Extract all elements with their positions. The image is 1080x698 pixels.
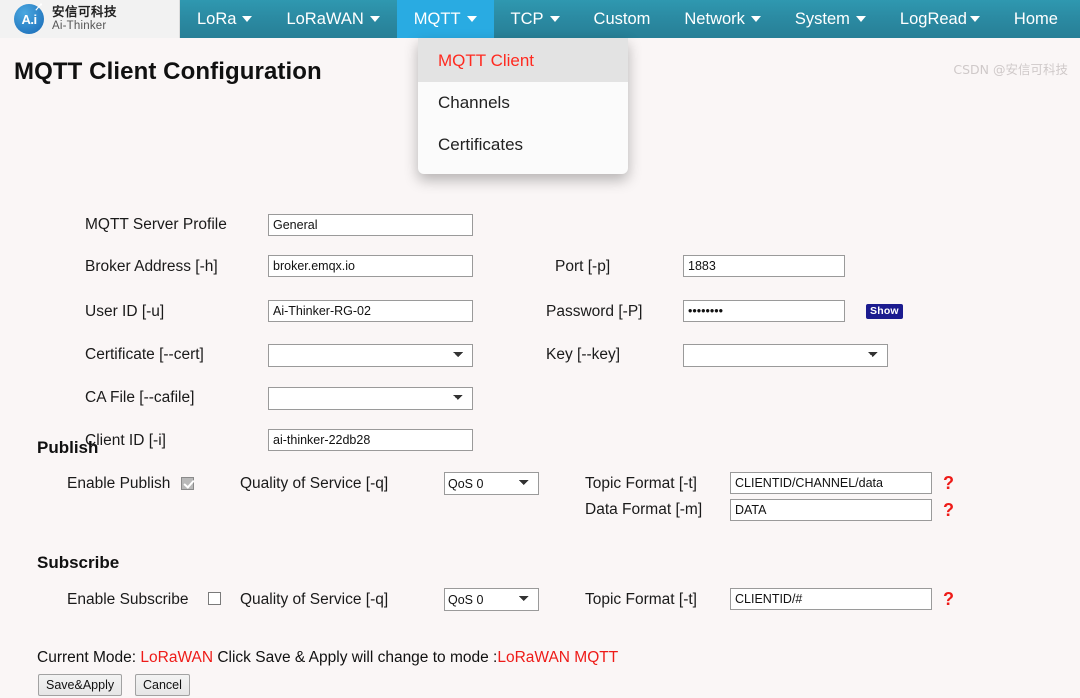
label-key: Key [--key] [546, 346, 621, 363]
chevron-down-icon [750, 16, 761, 22]
csdn-watermark: CSDN @安信可科技 [953, 62, 1068, 77]
label-publish-qos: Quality of Service [-q] [240, 475, 389, 492]
publish-topic-format-input[interactable] [730, 472, 932, 494]
chevron-down-icon [466, 16, 477, 22]
chevron-down-icon [549, 16, 560, 22]
mqtt-dropdown-menu: MQTT Client Channels Certificates [418, 38, 628, 174]
nav-item-label: TCP [510, 9, 544, 28]
nav-item-home[interactable]: Home [997, 0, 1075, 38]
nav-item-system[interactable]: System [778, 0, 883, 38]
subscribe-topic-help-icon[interactable]: ? [943, 589, 954, 610]
dropdown-item-label: Certificates [438, 135, 524, 154]
nav-item-label: Home [1013, 9, 1058, 28]
current-mode-line: Current Mode: LoRaWAN Click Save & Apply… [37, 649, 618, 667]
mode-middle-text: Click Save & Apply will change to mode : [213, 649, 498, 666]
nav-item-label: LoRa [197, 9, 237, 28]
brand-text: 安信可科技 Ai-Thinker [52, 5, 117, 32]
enable-publish-checkbox[interactable] [181, 477, 194, 490]
label-cafile: CA File [--cafile] [85, 389, 195, 406]
nav-item-lorawan[interactable]: LoRaWAN [269, 0, 396, 38]
dropdown-item-label: Channels [438, 93, 510, 112]
nav-item-tcp[interactable]: TCP [494, 0, 577, 38]
brand-name-en: Ai-Thinker [52, 20, 107, 33]
nav-item-label: MQTT [413, 9, 461, 28]
publish-data-format-input[interactable] [730, 499, 932, 521]
certificate-select[interactable] [268, 344, 473, 367]
antenna-icon [35, 3, 43, 11]
logo-text: A.i [21, 11, 37, 27]
enable-subscribe-checkbox[interactable] [208, 592, 221, 605]
server-profile-input[interactable] [268, 214, 473, 236]
publish-data-help-icon[interactable]: ? [943, 500, 954, 521]
ai-thinker-logo-icon: A.i [14, 3, 44, 34]
dropdown-item-mqtt-client[interactable]: MQTT Client [418, 38, 628, 82]
label-enable-subscribe: Enable Subscribe [67, 591, 189, 608]
label-subscribe-qos: Quality of Service [-q] [240, 591, 389, 608]
dropdown-item-channels[interactable]: Channels [418, 82, 628, 124]
label-enable-publish: Enable Publish [67, 475, 171, 492]
label-port: Port [-p] [555, 258, 611, 275]
chevron-down-icon [855, 16, 866, 22]
publish-topic-help-icon[interactable]: ? [943, 473, 954, 494]
subscribe-qos-select[interactable]: QoS 0 [444, 588, 539, 611]
nav-item-label: LogRead [899, 9, 967, 28]
label-broker-address: Broker Address [-h] [85, 258, 218, 275]
nav-item-list: LoRa LoRaWAN MQTT TCP Custom Network Sys… [180, 0, 1080, 38]
publish-section-title: Publish [37, 438, 99, 457]
client-id-input[interactable] [268, 429, 473, 451]
chevron-down-icon [969, 16, 980, 22]
top-navigation-bar: A.i 安信可科技 Ai-Thinker LoRa LoRaWAN MQTT T… [0, 0, 1080, 174]
label-publish-topic-format: Topic Format [-t] [585, 475, 697, 492]
nav-item-lora[interactable]: LoRa [180, 0, 269, 38]
brand-name-cn: 安信可科技 [52, 4, 118, 20]
target-mode-value: LoRaWAN MQTT [497, 649, 619, 666]
save-apply-button[interactable]: Save&Apply [38, 674, 123, 696]
publish-qos-select[interactable]: QoS 0 [444, 472, 539, 495]
mode-prefix-text: Current Mode: [37, 649, 141, 666]
password-show-button[interactable]: Show [866, 304, 903, 319]
key-select[interactable] [683, 344, 888, 367]
label-user-id: User ID [-u] [85, 303, 165, 320]
nav-item-network[interactable]: Network [667, 0, 778, 38]
nav-item-custom[interactable]: Custom [577, 0, 668, 38]
password-input[interactable] [683, 300, 845, 322]
subscribe-section-title: Subscribe [37, 553, 120, 572]
nav-item-logread[interactable]: LogRead [883, 0, 997, 38]
label-password: Password [-P] [546, 303, 643, 320]
dropdown-item-certificates[interactable]: Certificates [418, 124, 628, 166]
current-mode-value: LoRaWAN [140, 649, 214, 666]
brand-logo-area[interactable]: A.i 安信可科技 Ai-Thinker [0, 0, 180, 38]
nav-item-label: System [794, 9, 850, 28]
label-publish-data-format: Data Format [-m] [585, 501, 703, 518]
nav-item-label: Network [684, 9, 745, 28]
cancel-button[interactable]: Cancel [135, 674, 190, 696]
nav-item-mqtt[interactable]: MQTT [396, 0, 494, 38]
cafile-select[interactable] [268, 387, 473, 410]
label-subscribe-topic-format: Topic Format [-t] [585, 591, 697, 608]
chevron-down-icon [242, 16, 253, 22]
label-server-profile: MQTT Server Profile [85, 216, 227, 233]
chevron-down-icon [369, 16, 380, 22]
subscribe-topic-format-input[interactable] [730, 588, 932, 610]
nav-item-label: Custom [593, 9, 651, 28]
label-certificate: Certificate [--cert] [85, 346, 204, 363]
nav-item-label: LoRaWAN [286, 9, 364, 28]
dropdown-item-label: MQTT Client [438, 51, 535, 70]
broker-address-input[interactable] [268, 255, 473, 277]
user-id-input[interactable] [268, 300, 473, 322]
port-input[interactable] [683, 255, 845, 277]
